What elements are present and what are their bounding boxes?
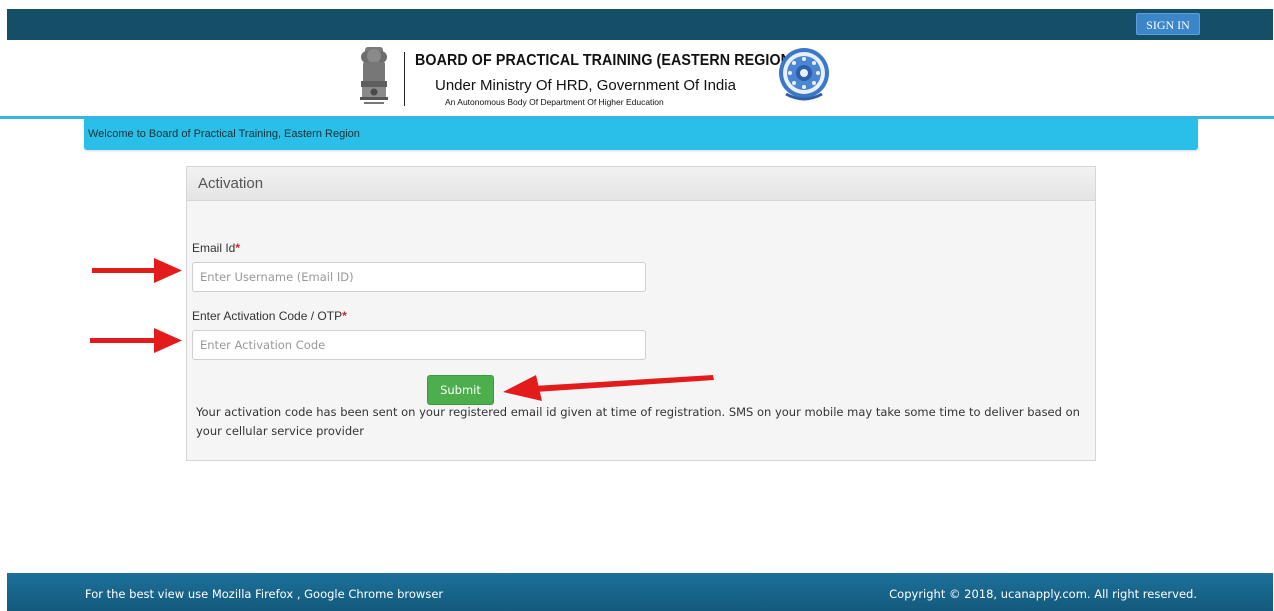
sign-in-button[interactable]: SIGN IN [1136, 13, 1200, 35]
top-navbar: SIGN IN [7, 9, 1273, 40]
email-label: Email Id* [192, 241, 240, 255]
arrow-to-submit-icon [503, 375, 714, 401]
activation-code-input[interactable] [192, 330, 646, 360]
browser-note: For the best view use Mozilla Firefox , … [85, 587, 444, 601]
panel-title: Activation [198, 175, 264, 192]
required-mark: * [235, 241, 241, 255]
email-label-text: Email Id [192, 241, 236, 255]
copyright-text: Copyright © 2018, ucanapply.com. All rig… [889, 587, 1197, 601]
welcome-banner: Welcome to Board of Practical Training, … [84, 119, 1198, 150]
header-divider [404, 52, 405, 106]
activation-panel: Activation Email Id* Enter Activation Co… [186, 166, 1096, 461]
org-title: BOARD OF PRACTICAL TRAINING (EASTERN REG… [415, 52, 796, 69]
bopt-seal-icon [779, 48, 829, 101]
activation-note: Your activation code has been sent on yo… [196, 405, 1080, 438]
org-subtitle: Under Ministry Of HRD, Government Of Ind… [435, 77, 736, 94]
panel-header: Activation [187, 167, 1095, 201]
email-input[interactable] [192, 262, 646, 292]
submit-button[interactable]: Submit [427, 375, 494, 405]
national-emblem-icon [360, 47, 388, 104]
org-tagline: An Autonomous Body Of Department Of High… [445, 97, 664, 107]
arrow-to-code-icon [90, 328, 182, 353]
activation-code-label: Enter Activation Code / OTP* [192, 309, 347, 323]
site-header: BOARD OF PRACTICAL TRAINING (EASTERN REG… [0, 40, 1274, 118]
arrow-to-email-icon [92, 258, 182, 283]
required-mark: * [342, 309, 347, 323]
activation-code-label-text: Enter Activation Code / OTP [192, 309, 343, 323]
welcome-text: Welcome to Board of Practical Training, … [88, 128, 360, 140]
site-footer: For the best view use Mozilla Firefox , … [7, 573, 1273, 611]
